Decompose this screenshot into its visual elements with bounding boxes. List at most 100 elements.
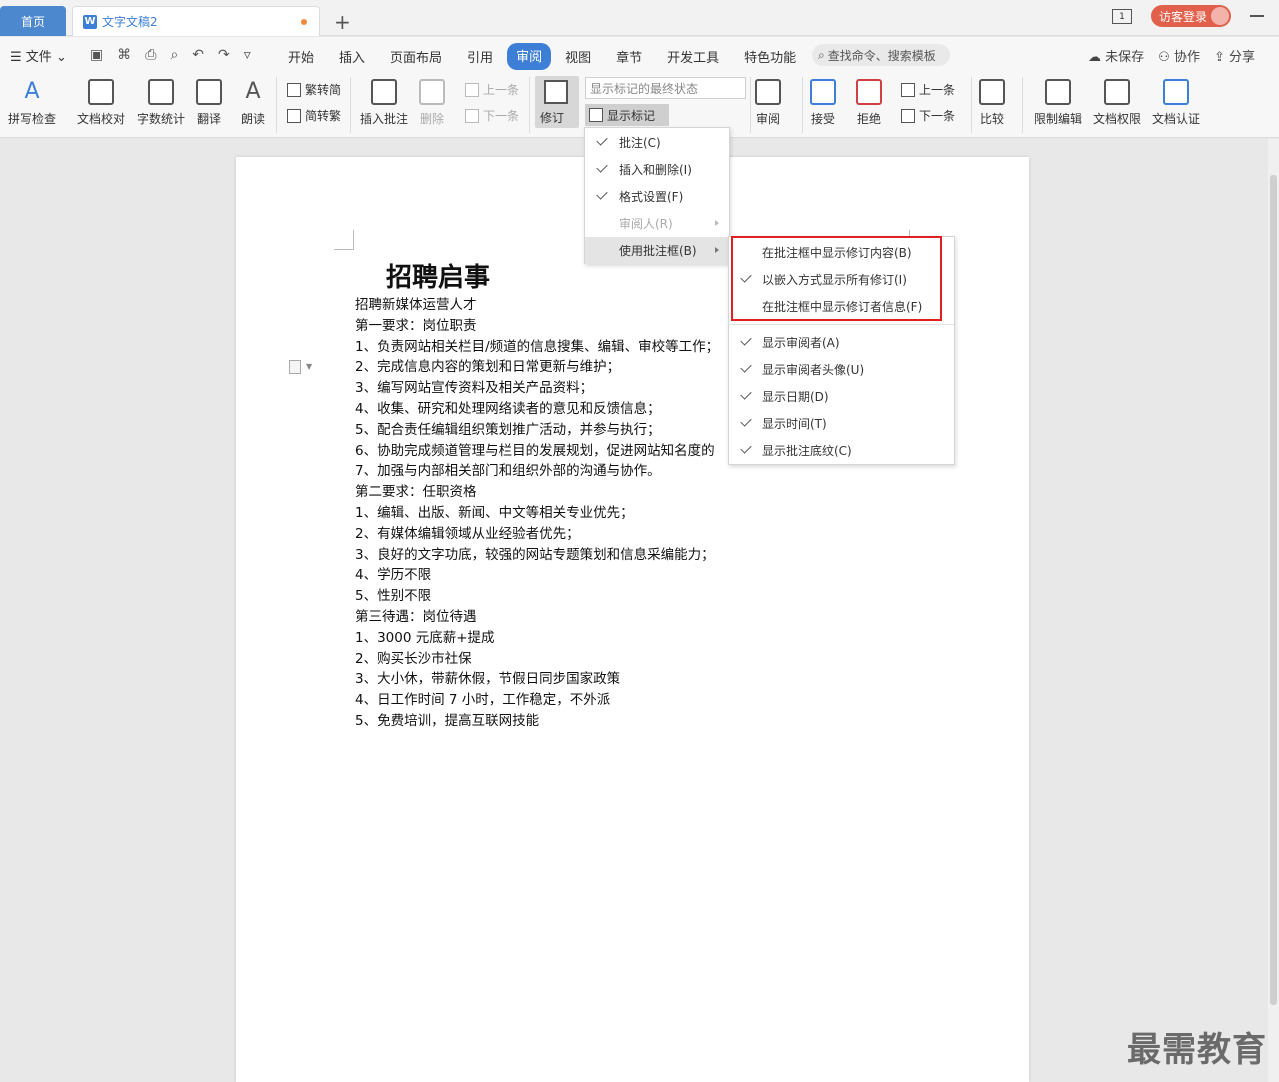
proofread-button[interactable]: 文档校对 [77,79,125,127]
accept-label: 接受 [810,112,835,126]
compare-button[interactable]: 比较 [979,79,1005,127]
undo-icon[interactable]: ↶ [192,47,204,63]
menu-item-balloons[interactable]: 使用批注框(B) [585,237,729,264]
tab-references[interactable]: 引用 [456,43,504,70]
file-menu[interactable]: ☰ 文件 ⌄ [10,46,67,65]
reject-label: 拒绝 [856,112,881,126]
new-tab-button[interactable]: + [334,10,351,34]
spell-check-button[interactable]: A 拼写检查 [8,79,56,127]
doc-line: 3、良好的文字功底，较强的网站专题策划和信息采编能力； [355,546,715,563]
accept-button[interactable]: 接受 [810,79,836,127]
restrict-edit-button[interactable]: 限制编辑 [1034,79,1082,127]
tab-home[interactable]: 首页 [0,6,66,36]
unsaved-dot-icon [301,19,307,25]
tab-document[interactable]: W 文字文稿2 [72,6,320,36]
right-actions: ☁ 未保存 ⚇ 协作 ⇪ 分享 [1088,46,1255,65]
tab-section[interactable]: 章节 [605,43,653,70]
format-painter-icon[interactable]: ⌘ [117,47,131,63]
submenu-item-show-comment-shading[interactable]: 显示批注底纹(C) [729,437,954,464]
paragraph-handle-icon[interactable] [289,360,301,374]
doc-line: 7、加强与内部相关部门和组织外部的沟通与协作。 [355,463,661,480]
delete-comment-button[interactable]: 删除 [419,79,445,127]
chevron-down-icon[interactable]: ▼ [306,362,312,371]
menu-item-insert-delete[interactable]: 插入和删除(I) [585,156,729,183]
translate-icon [196,79,222,105]
prev-change-button[interactable]: 上一条 [901,81,955,98]
tab-page-layout[interactable]: 页面布局 [379,43,453,70]
tab-developer[interactable]: 开发工具 [656,43,730,70]
menu-item-comments[interactable]: 批注(C) [585,129,729,156]
share-label: 分享 [1229,50,1256,65]
command-search[interactable]: ⌕ 查找命令、搜索模板 [812,44,950,66]
tab-review[interactable]: 审阅 [507,43,552,70]
compare-icon [979,79,1005,105]
tab-features[interactable]: 特色功能 [733,43,807,70]
more-icon[interactable]: ▿ [244,47,251,63]
menu-item-label: 使用批注框(B) [619,244,697,258]
insert-comment-label: 插入批注 [360,112,409,126]
submenu-item-show-time[interactable]: 显示时间(T) [729,410,954,437]
guest-login-button[interactable]: 访客登录 [1151,5,1231,27]
check-icon [596,188,608,200]
cloud-icon[interactable]: ☁ 未保存 [1088,46,1144,65]
prev-comment-button[interactable]: 上一条 [465,81,519,98]
divider [750,77,751,133]
print-icon[interactable]: ⎙ [145,47,156,63]
chevron-right-icon [715,247,719,253]
minimize-icon[interactable] [1250,15,1264,17]
prev-comment-label: 上一条 [483,83,520,97]
translate-button[interactable]: 翻译 [196,79,222,127]
reject-button[interactable]: 拒绝 [856,79,882,127]
writer-icon: W [83,14,97,29]
scrollbar-thumb[interactable] [1270,175,1277,1005]
review-pane-button[interactable]: 审阅 [755,79,781,127]
doc-permission-button[interactable]: 文档权限 [1093,79,1141,127]
page-indicator-icon[interactable]: 1 [1112,9,1132,24]
doc-line: 3、编写网站宣传资料及相关产品资料； [355,380,594,397]
review-pane-icon [755,79,781,105]
submenu-item-show-reviewer[interactable]: 显示审阅者(A) [729,329,954,356]
menu-item-formatting[interactable]: 格式设置(F) [585,183,729,210]
trad-to-simp-button[interactable]: 繁转简 [287,81,341,98]
tab-insert[interactable]: 插入 [328,43,376,70]
next-change-button[interactable]: 下一条 [901,107,955,124]
tab-start[interactable]: 开始 [277,43,325,70]
simp-to-trad-button[interactable]: 简转繁 [287,107,341,124]
file-menu-label: 文件 [25,50,52,65]
document-title[interactable]: 招聘启事 [386,257,490,294]
print-preview-icon[interactable]: ⌕ [170,47,178,63]
quick-access-toolbar: ▣ ⌘ ⎙ ⌕ ↶ ↷ ▿ [90,47,251,63]
redo-icon[interactable]: ↷ [218,47,230,63]
next-comment-button[interactable]: 下一条 [465,107,519,124]
next-change-icon [901,108,915,123]
save-icon[interactable]: ▣ [90,47,103,63]
check-icon [596,134,608,146]
login-label: 访客登录 [1159,9,1208,24]
menu-separator [729,324,954,325]
search-icon: ⌕ [818,47,825,62]
doc-certify-label: 文档认证 [1152,112,1201,126]
unsaved-label: 未保存 [1105,50,1145,65]
markup-state-select[interactable]: 显示标记的最终状态 [585,77,746,99]
vertical-scrollbar[interactable] [1268,139,1279,1082]
insert-comment-button[interactable]: 插入批注 [360,79,408,127]
doc-line: 第二要求：任职资格 [355,484,477,501]
collab-button[interactable]: ⚇ 协作 [1158,46,1200,65]
word-count-button[interactable]: 字数统计 [137,79,185,127]
doc-line: 第一要求：岗位职责 [355,317,477,334]
track-changes-button[interactable]: 修订 [535,76,579,128]
menu-item-reviewers[interactable]: 审阅人(R) [585,210,729,237]
doc-certify-button[interactable]: 文档认证 [1152,79,1200,127]
divider [971,77,972,133]
tab-view[interactable]: 视图 [554,43,602,70]
submenu-item-show-reviewer-avatar[interactable]: 显示审阅者头像(U) [729,356,954,383]
insert-comment-icon [371,79,397,105]
proofread-label: 文档校对 [77,112,126,126]
share-button[interactable]: ⇪ 分享 [1214,46,1255,65]
show-markup-button[interactable]: 显示标记 [585,104,669,126]
track-changes-label: 修订 [540,111,565,125]
document-body[interactable]: 招聘新媒体运营人才 第一要求：岗位职责 1、负责网站相关栏目/频道的信息搜集、编… [355,295,719,732]
submenu-item-show-date[interactable]: 显示日期(D) [729,383,954,410]
submenu-item-label: 显示时间(T) [762,417,827,431]
read-aloud-button[interactable]: A 朗读 [240,79,266,127]
